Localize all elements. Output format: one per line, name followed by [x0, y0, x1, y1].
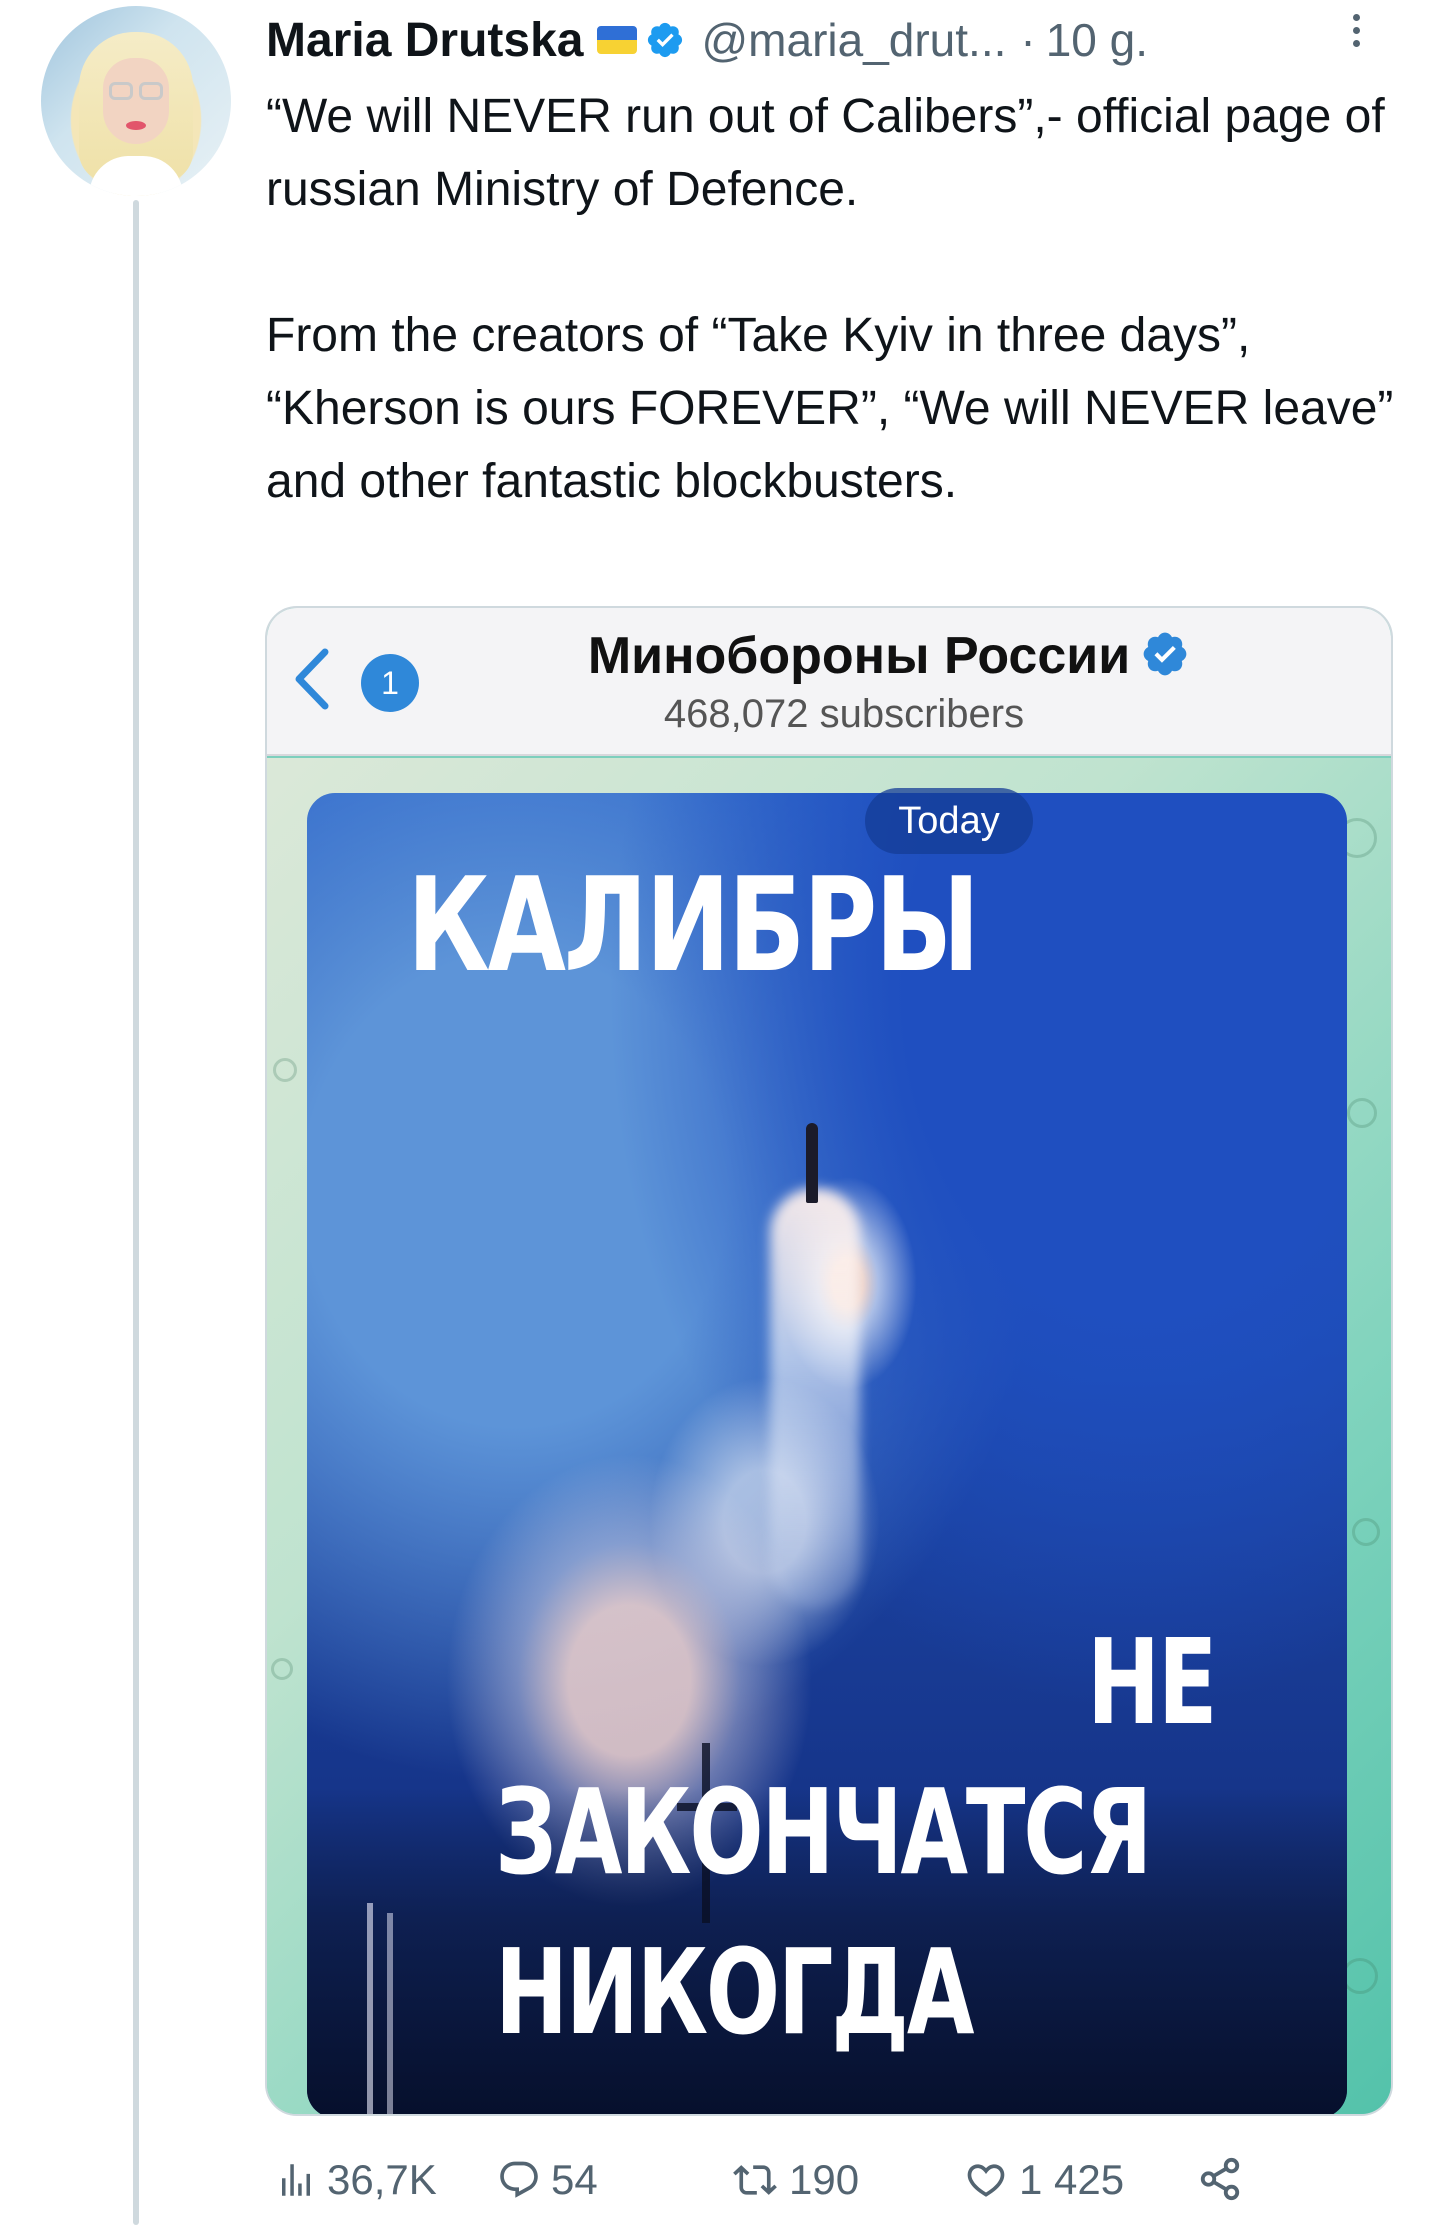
retweet-icon — [733, 2165, 777, 2195]
tweet-text: “We will NEVER run out of Calibers”,- of… — [266, 90, 1394, 508]
ship-mast — [367, 1903, 373, 2114]
poster-line-2: НЕ — [1087, 1613, 1218, 1751]
subscriber-count: 468,072 subscribers — [663, 692, 1025, 736]
tweet-timestamp[interactable]: 10 g. — [1046, 13, 1148, 67]
channel-verified-icon — [1143, 632, 1187, 676]
like-button[interactable]: 1 425 — [963, 2156, 1124, 2204]
verified-badge-icon — [648, 22, 683, 58]
ukraine-flag-icon — [597, 26, 638, 54]
avatar[interactable] — [41, 6, 231, 196]
avatar-glasses-left — [109, 82, 133, 100]
reply-icon — [500, 2161, 538, 2198]
like-icon — [967, 2164, 1005, 2197]
bg-doodle — [1342, 1958, 1378, 1994]
tweet-actions: 36,7K 54 190 1 425 — [275, 2156, 1395, 2216]
share-icon — [1200, 2157, 1240, 2201]
avatar-face — [103, 58, 169, 144]
avatar-lips — [126, 121, 146, 130]
poster-line-3: ЗАКОНЧАТСЯ — [495, 1763, 1152, 1901]
missile-trail — [770, 1188, 860, 1608]
missile-shape — [806, 1123, 818, 1203]
poster-line-4: НИКОГДА — [495, 1923, 974, 2061]
bg-doodle — [1352, 1518, 1380, 1546]
reply-count: 54 — [551, 2156, 598, 2203]
poster-image: КАЛИБРЫ НЕ ЗАКОНЧАТСЯ НИКОГДА — [307, 793, 1347, 2114]
avatar-glasses-right — [139, 82, 163, 100]
date-badge: Today — [865, 788, 1033, 854]
bg-doodle — [273, 1058, 297, 1082]
poster-heading: КАЛИБРЫ — [407, 849, 980, 1001]
more-options-icon[interactable] — [1352, 14, 1362, 54]
retweet-count: 190 — [789, 2156, 860, 2203]
channel-title-text: Минобороны России — [587, 627, 1131, 685]
share-button[interactable] — [1197, 2156, 1253, 2202]
like-count: 1 425 — [1019, 2156, 1125, 2203]
channel-title: Минобороны России — [267, 626, 1391, 686]
views-icon — [282, 2164, 310, 2196]
tweet-media-image[interactable]: 1 Минобороны России 468,072 subscribers … — [265, 606, 1393, 2116]
user-handle[interactable]: @maria_drut... — [701, 13, 1006, 67]
bg-doodle — [1347, 1098, 1377, 1128]
display-name[interactable]: Maria Drutska — [266, 13, 583, 68]
reply-button[interactable]: 54 — [497, 2156, 598, 2204]
ship-mast — [387, 1913, 393, 2114]
retweet-button[interactable]: 190 — [731, 2156, 859, 2204]
telegram-channel-header: 1 Минобороны России 468,072 subscribers — [267, 608, 1391, 756]
tweet-header: Maria Drutska @maria_drut... · 10 g. — [266, 8, 1148, 72]
bg-doodle — [271, 1658, 293, 1680]
views-button[interactable]: 36,7K — [275, 2156, 437, 2204]
views-count: 36,7K — [327, 2156, 437, 2203]
separator-dot: · — [1020, 14, 1036, 66]
thread-line — [133, 200, 139, 2225]
